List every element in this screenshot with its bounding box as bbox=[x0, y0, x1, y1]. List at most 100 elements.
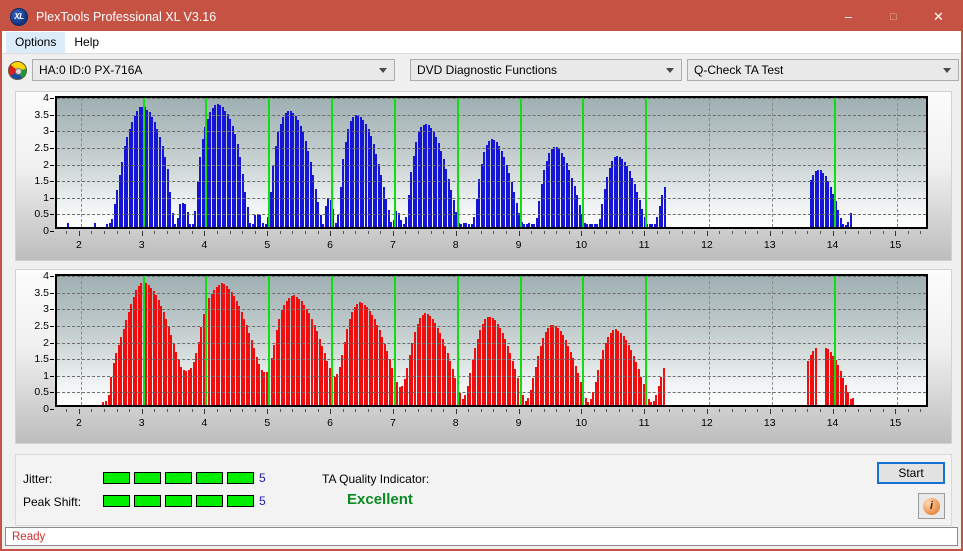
x-axis-tick-label: 3 bbox=[138, 239, 145, 251]
x-axis-tick bbox=[807, 409, 809, 412]
x-axis-tick bbox=[907, 409, 909, 412]
x-axis-tick bbox=[531, 409, 533, 412]
peak-shift-chart-plot bbox=[55, 274, 928, 407]
app-logo-icon: XL bbox=[10, 7, 28, 26]
grid-line-horizontal bbox=[57, 342, 926, 344]
x-axis-tick bbox=[845, 231, 847, 234]
x-axis-tick-label: 3 bbox=[138, 417, 145, 429]
minimize-icon[interactable]: – bbox=[826, 2, 871, 31]
disc-drive-icon bbox=[8, 60, 27, 80]
maximize-icon[interactable]: □ bbox=[871, 2, 916, 31]
drive-select[interactable]: HA:0 ID:0 PX-716A bbox=[32, 59, 395, 81]
x-axis-tick bbox=[782, 409, 784, 412]
function-select[interactable]: DVD Diagnostic Functions bbox=[410, 59, 682, 81]
x-axis-tick bbox=[418, 409, 420, 412]
x-axis-tick bbox=[669, 231, 671, 234]
track-marker-line bbox=[519, 98, 522, 227]
track-marker-line bbox=[645, 276, 648, 405]
chart-bar bbox=[67, 223, 70, 227]
x-axis-tick bbox=[581, 231, 583, 236]
x-axis-tick bbox=[807, 231, 809, 234]
track-marker-line bbox=[205, 98, 208, 227]
selector-toolbar: HA:0 ID:0 PX-716A DVD Diagnostic Functio… bbox=[2, 54, 961, 86]
track-marker-line bbox=[331, 98, 334, 227]
x-axis-tick bbox=[292, 231, 294, 234]
track-marker-line bbox=[582, 98, 585, 227]
x-axis-tick bbox=[794, 409, 796, 412]
x-axis-tick bbox=[217, 231, 219, 234]
results-panel: Jitter: 5 Peak Shift: 5 TA Quality Indic… bbox=[15, 454, 952, 526]
start-button[interactable]: Start bbox=[877, 462, 945, 484]
y-axis-tick-label: 3 bbox=[43, 303, 49, 316]
info-button[interactable]: i bbox=[918, 493, 945, 519]
y-axis-tick bbox=[50, 409, 54, 410]
x-axis-tick bbox=[455, 231, 457, 236]
x-axis-tick bbox=[66, 409, 68, 412]
menu-item-help[interactable]: Help bbox=[65, 32, 108, 53]
x-axis-tick-label: 7 bbox=[389, 239, 396, 251]
close-icon[interactable]: ✕ bbox=[916, 2, 961, 31]
grid-line-vertical bbox=[80, 98, 82, 227]
x-axis-tick bbox=[782, 231, 784, 234]
x-axis-tick bbox=[606, 231, 608, 234]
y-axis-tick bbox=[50, 292, 54, 294]
x-axis-tick bbox=[895, 231, 897, 236]
x-axis-tick bbox=[518, 231, 520, 236]
peak-shift-chart-panel: 0 0.5 1 1.5 2 2.5 3 3.5 4 2 3 4 5 6 7 8 9 10 11 12 13 14 15 bbox=[15, 269, 952, 444]
x-axis-tick bbox=[857, 409, 859, 412]
info-icon: i bbox=[923, 497, 940, 515]
jitter-meter bbox=[103, 472, 254, 484]
x-axis-tick bbox=[681, 409, 683, 412]
x-axis-tick bbox=[430, 231, 432, 234]
x-axis-tick bbox=[757, 231, 759, 234]
track-marker-line bbox=[393, 98, 396, 227]
x-axis-tick bbox=[355, 409, 357, 412]
x-axis-tick bbox=[229, 231, 231, 234]
y-axis-tick bbox=[50, 114, 54, 116]
meter-block bbox=[227, 495, 254, 507]
track-marker-line bbox=[456, 98, 459, 227]
meter-block bbox=[196, 495, 223, 507]
x-axis-tick bbox=[78, 409, 80, 414]
track-marker-line bbox=[331, 276, 334, 405]
x-axis-tick bbox=[443, 231, 445, 234]
x-axis-tick bbox=[380, 409, 382, 412]
x-axis-tick bbox=[254, 231, 256, 234]
x-axis-tick bbox=[531, 231, 533, 234]
y-axis-tick bbox=[50, 214, 54, 216]
chart-bar bbox=[852, 398, 855, 405]
window-title: PlexTools Professional XL V3.16 bbox=[36, 9, 217, 24]
x-axis-tick bbox=[141, 409, 143, 414]
test-select-value: Q-Check TA Test bbox=[694, 63, 784, 77]
x-axis-tick bbox=[920, 231, 922, 234]
y-axis-tick-label: 1 bbox=[43, 191, 49, 204]
y-axis-tick-label: 2 bbox=[43, 158, 49, 171]
x-axis-tick bbox=[141, 231, 143, 236]
peak-shift-value: 5 bbox=[259, 494, 266, 508]
track-marker-line bbox=[833, 98, 836, 227]
x-axis-tick bbox=[468, 231, 470, 234]
x-axis-tick bbox=[392, 231, 394, 236]
window-controls: – □ ✕ bbox=[826, 2, 961, 31]
y-axis-tick-label: 0 bbox=[43, 225, 49, 237]
function-select-value: DVD Diagnostic Functions bbox=[417, 63, 558, 77]
test-select[interactable]: Q-Check TA Test bbox=[687, 59, 959, 81]
x-axis-tick-label: 6 bbox=[327, 417, 333, 429]
x-axis-tick bbox=[706, 231, 708, 236]
grid-line-vertical bbox=[897, 98, 899, 227]
chart-bar bbox=[662, 368, 665, 405]
x-axis-tick bbox=[882, 231, 884, 234]
x-axis-tick bbox=[330, 231, 332, 236]
x-axis-tick bbox=[493, 409, 495, 412]
x-axis-tick bbox=[103, 231, 105, 234]
y-axis-tick bbox=[50, 342, 54, 344]
x-axis-tick bbox=[694, 231, 696, 234]
menu-bar: Options Help bbox=[2, 31, 961, 54]
x-axis-tick-label: 13 bbox=[763, 417, 776, 429]
x-axis-tick bbox=[242, 409, 244, 412]
x-axis-tick bbox=[618, 409, 620, 412]
x-axis-tick bbox=[568, 231, 570, 234]
x-axis-tick bbox=[631, 231, 633, 234]
menu-item-options[interactable]: Options bbox=[6, 31, 66, 53]
x-axis-tick bbox=[769, 409, 771, 414]
